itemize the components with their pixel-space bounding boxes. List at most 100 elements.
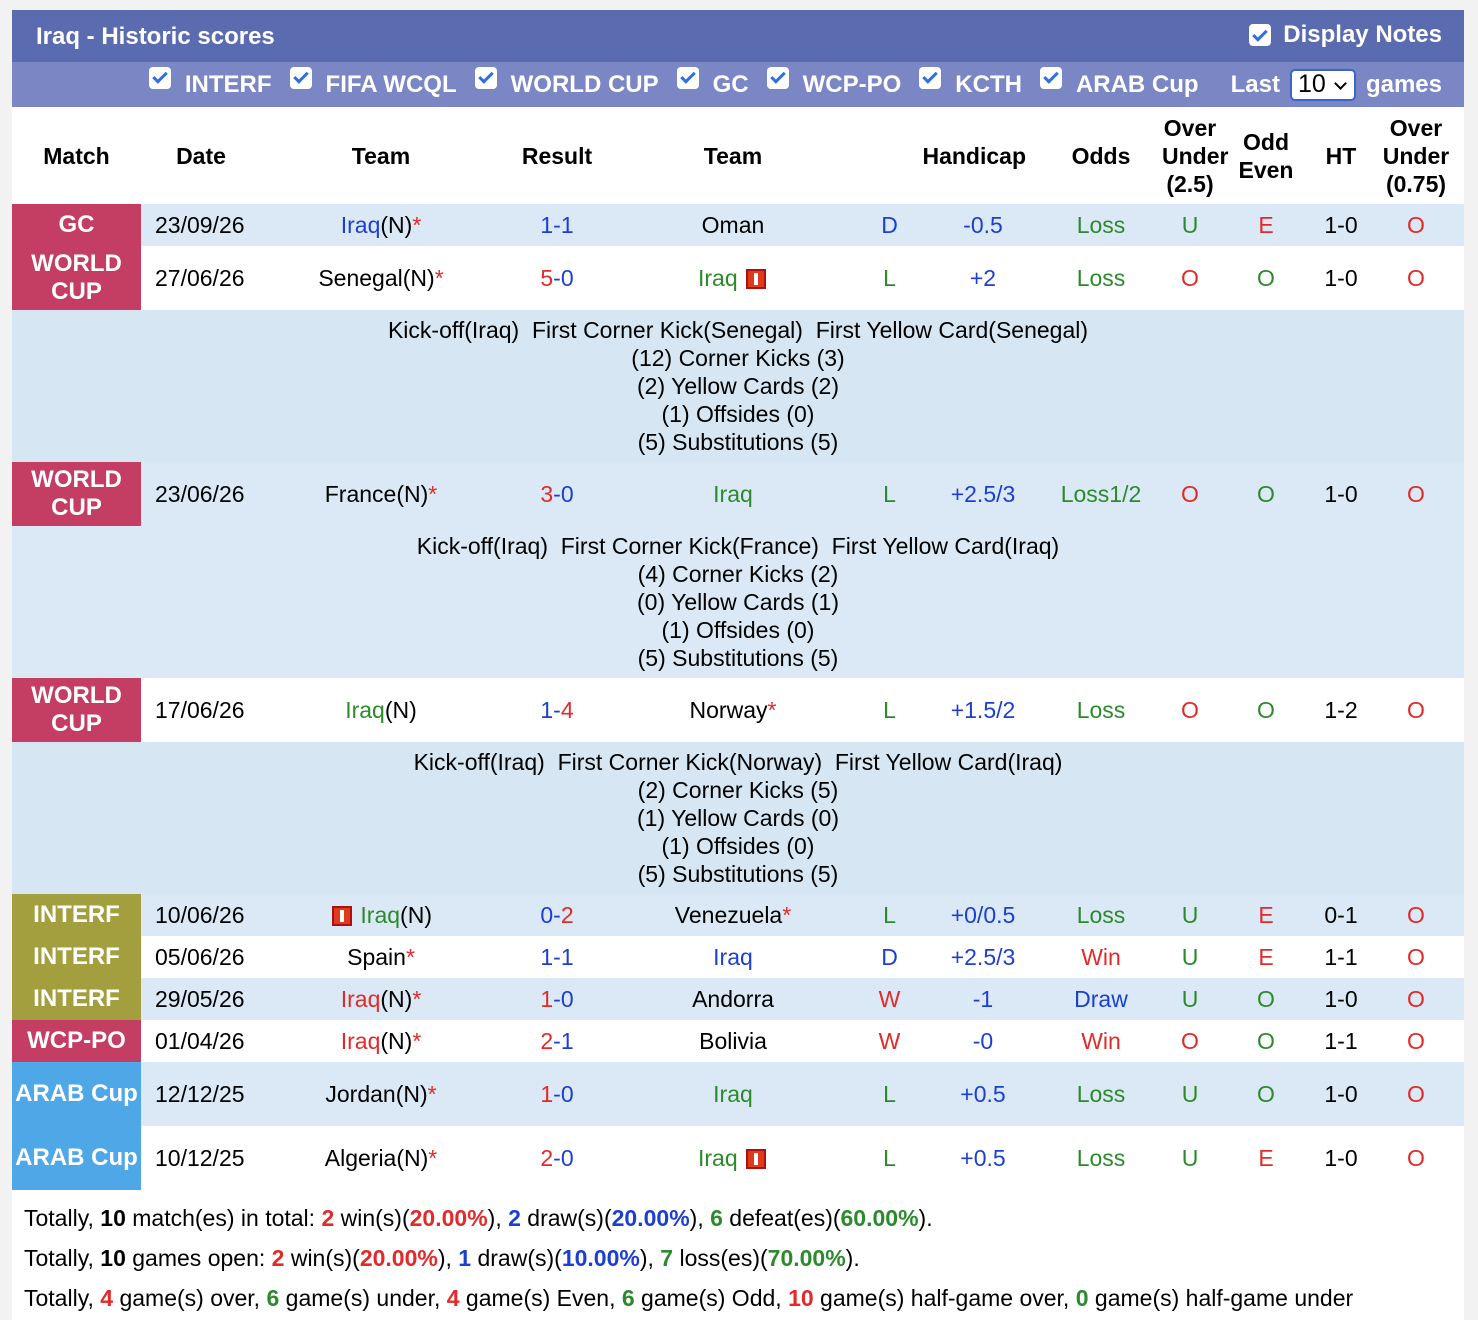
match-result[interactable]: 1-0	[501, 1062, 613, 1126]
team-name[interactable]: Venezuela	[675, 902, 782, 928]
col-over-under-ht[interactable]: Over Under (0.75)	[1368, 107, 1464, 204]
count: 10	[100, 1245, 126, 1271]
team-home[interactable]: Senegal(N)*	[261, 246, 501, 310]
filter-interf[interactable]: INTERF	[148, 66, 272, 99]
team-home[interactable]: France(N)*	[261, 462, 501, 526]
team-away[interactable]: Iraq	[613, 936, 853, 978]
team-name[interactable]: Iraq	[341, 212, 381, 238]
filter-checkbox[interactable]	[1039, 66, 1062, 89]
match-result[interactable]: 1-0	[501, 978, 613, 1020]
match-result[interactable]: 3-0	[501, 462, 613, 526]
team-name[interactable]: Iraq	[341, 986, 381, 1012]
match-result[interactable]: 2-1	[501, 1020, 613, 1062]
filter-checkbox[interactable]	[676, 66, 699, 89]
team-away[interactable]: Venezuela*	[613, 894, 853, 936]
competition-badge[interactable]: WORLD CUP	[12, 462, 141, 526]
team-name[interactable]: Iraq	[713, 1081, 753, 1107]
team-home[interactable]: Iraq(N)*	[261, 1020, 501, 1062]
team-home[interactable]: Iraq(N)	[261, 894, 501, 936]
competition-badge[interactable]: WORLD CUP	[12, 246, 141, 310]
last-games-select[interactable]: 10	[1289, 68, 1356, 101]
team-home[interactable]: Iraq(N)*	[261, 204, 501, 246]
col-odds[interactable]: Odds	[1040, 107, 1162, 204]
home-goals: 2	[540, 1027, 554, 1054]
match-result[interactable]: 1-1	[501, 204, 613, 246]
text: game(s) over,	[113, 1285, 267, 1311]
filter-wcp-po[interactable]: WCP-PO	[766, 66, 901, 99]
col-match[interactable]: Match	[12, 107, 141, 204]
col-result[interactable]: Result	[501, 107, 613, 204]
col-odd-even[interactable]: Odd Even	[1218, 107, 1314, 204]
team-away[interactable]: Bolivia	[613, 1020, 853, 1062]
match-result[interactable]: 1-4	[501, 678, 613, 742]
team-name[interactable]: Algeria	[325, 1145, 397, 1171]
team-away[interactable]: Norway*	[613, 678, 853, 742]
team-name[interactable]: Oman	[702, 212, 765, 238]
team-name[interactable]: Norway	[690, 697, 768, 723]
team-home[interactable]: Jordan(N)*	[261, 1062, 501, 1126]
team-name[interactable]: Senegal	[318, 265, 402, 291]
filter-world-cup[interactable]: WORLD CUP	[474, 66, 659, 99]
text: ),	[639, 1245, 661, 1271]
team-name[interactable]: Bolivia	[699, 1028, 767, 1054]
col-ht[interactable]: HT	[1314, 107, 1368, 204]
filter-checkbox[interactable]	[289, 66, 312, 89]
match-result[interactable]: 2-0	[501, 1126, 613, 1190]
filter-fifa-wcql[interactable]: FIFA WCQL	[289, 66, 457, 99]
col-over-under[interactable]: Over Under (2.5)	[1162, 107, 1228, 204]
match-result[interactable]: 5-0	[501, 246, 613, 310]
competition-badge[interactable]: ARAB Cup	[12, 1062, 141, 1126]
over-under-ht: O	[1368, 462, 1464, 526]
competition-badge[interactable]: WCP-PO	[12, 1020, 141, 1062]
filter-kcth[interactable]: KCTH	[919, 66, 1022, 99]
team-away[interactable]: Andorra	[613, 978, 853, 1020]
team-away[interactable]: Iraq	[613, 462, 853, 526]
filter-checkbox[interactable]	[474, 66, 497, 89]
competition-badge[interactable]: ARAB Cup	[12, 1126, 141, 1190]
team-name[interactable]: Spain	[347, 944, 406, 970]
col-team2[interactable]: Team	[613, 107, 853, 204]
competition-badge[interactable]: GC	[12, 204, 141, 246]
match-result[interactable]: 0-2	[501, 894, 613, 936]
star-marker: *	[428, 480, 438, 507]
text: ).	[845, 1245, 860, 1271]
col-date[interactable]: Date	[141, 107, 261, 204]
team-name[interactable]: France	[325, 481, 397, 507]
team-home[interactable]: Spain*	[261, 936, 501, 978]
team-away[interactable]: Iraq	[613, 1126, 853, 1190]
competition-badge[interactable]: INTERF	[12, 936, 141, 978]
team-name[interactable]: Iraq	[698, 1145, 738, 1171]
team-name[interactable]: Iraq	[713, 481, 753, 507]
col-handicap[interactable]: Handicap	[853, 107, 1040, 204]
team-name[interactable]: Jordan	[325, 1081, 395, 1107]
team-name[interactable]: Iraq	[713, 944, 753, 970]
score-sep: -	[553, 480, 561, 507]
filter-checkbox[interactable]	[148, 66, 171, 89]
col-team1[interactable]: Team	[261, 107, 501, 204]
team-home[interactable]: Algeria(N)*	[261, 1126, 501, 1190]
competition-badge[interactable]: WORLD CUP	[12, 678, 141, 742]
team-name[interactable]: Iraq	[360, 902, 400, 928]
neutral-flag: (N)	[395, 1080, 428, 1107]
team-away[interactable]: Oman	[613, 204, 853, 246]
competition-badge[interactable]: INTERF	[12, 894, 141, 936]
team-name[interactable]: Iraq	[698, 265, 738, 291]
panel-header: Iraq - Historic scores Display Notes	[12, 10, 1464, 62]
team-away[interactable]: Iraq	[613, 1062, 853, 1126]
team-home[interactable]: Iraq(N)*	[261, 978, 501, 1020]
filter-checkbox[interactable]	[766, 66, 789, 89]
filter-gc[interactable]: GC	[676, 66, 749, 99]
display-notes-toggle[interactable]: Display Notes	[1249, 21, 1442, 49]
note-line: (0) Yellow Cards (1)	[637, 589, 839, 615]
team-name[interactable]: Andorra	[692, 986, 774, 1012]
team-away[interactable]: Iraq	[613, 246, 853, 310]
team-home[interactable]: Iraq(N)	[261, 678, 501, 742]
competition-badge[interactable]: INTERF	[12, 978, 141, 1020]
display-notes-checkbox[interactable]	[1249, 24, 1272, 46]
filter-arab-cup[interactable]: ARAB Cup	[1039, 66, 1199, 99]
red-card-icon	[746, 1149, 767, 1170]
team-name[interactable]: Iraq	[341, 1028, 381, 1054]
team-name[interactable]: Iraq	[345, 697, 385, 723]
match-result[interactable]: 1-1	[501, 936, 613, 978]
filter-checkbox[interactable]	[919, 66, 942, 89]
